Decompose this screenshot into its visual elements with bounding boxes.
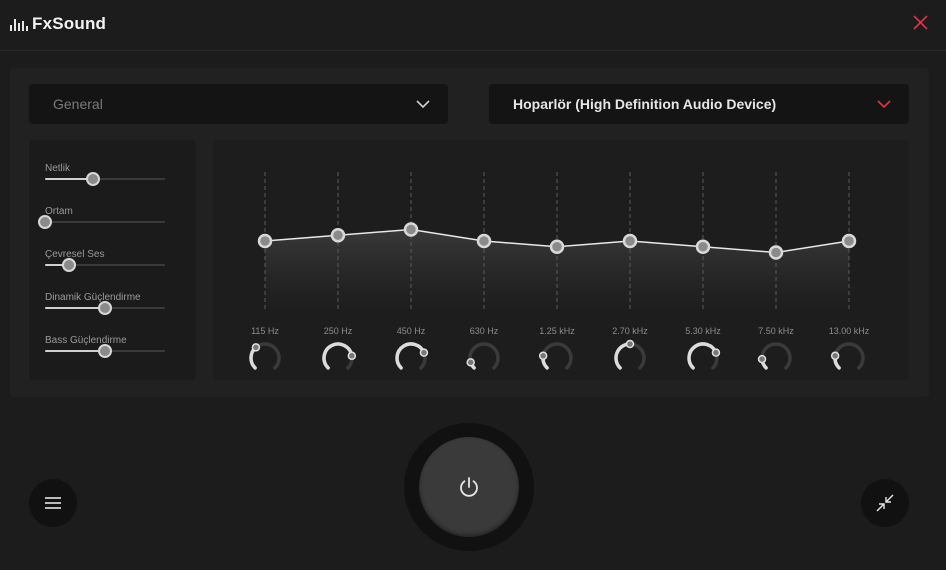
eq-band-handle[interactable] (257, 233, 273, 249)
effect-slider-fill (45, 307, 105, 309)
effect-slider-fill (45, 350, 105, 352)
effect-slider-track[interactable] (38, 215, 165, 229)
collapse-arrows-icon (876, 494, 894, 512)
eq-knob-value-arc (395, 342, 426, 370)
effect-bass-guclendirme: Bass Güçlendirme (45, 335, 165, 375)
effect-slider-thumb[interactable] (62, 258, 76, 272)
effect-slider-thumb[interactable] (38, 215, 52, 229)
effect-dinamik-guclendirme: Dinamik Güçlendirme (45, 292, 165, 332)
eq-knob[interactable] (830, 351, 840, 361)
chevron-down-icon (877, 100, 891, 109)
close-icon (913, 15, 928, 30)
eq-band-handle[interactable] (841, 233, 857, 249)
eq-knob[interactable] (466, 358, 475, 367)
effect-slider-thumb[interactable] (98, 301, 112, 315)
eq-band-frequency-label: 13.00 kHz (829, 326, 870, 336)
effect-slider-track[interactable] (45, 258, 165, 272)
eq-band-handle[interactable] (695, 239, 711, 255)
compact-view-button[interactable] (861, 479, 909, 527)
preset-dropdown[interactable]: General (29, 84, 448, 124)
eq-band-frequency-label: 1.25 kHz (539, 326, 575, 336)
effect-slider-track[interactable] (45, 301, 165, 315)
effect-ortam: Ortam (38, 206, 165, 246)
effect-netlik: Netlik (45, 163, 165, 203)
close-button[interactable] (911, 13, 931, 33)
eq-band-handle[interactable] (330, 227, 346, 243)
power-icon (460, 477, 478, 497)
eq-band-handle[interactable] (549, 239, 565, 255)
eq-band-frequency-label: 2.70 kHz (612, 326, 648, 336)
eq-band-handle[interactable] (622, 233, 638, 249)
eq-knob-value-arc (687, 342, 718, 370)
power-ring (404, 423, 534, 551)
effect-cevresel-ses: Çevresel Ses (45, 249, 165, 289)
effect-label: Bass Güçlendirme (45, 335, 127, 346)
eq-band-handle[interactable] (476, 233, 492, 249)
eq-band-frequency-label: 115 Hz (251, 326, 279, 336)
eq-band-frequency-label: 630 Hz (470, 326, 499, 336)
effect-slider-thumb[interactable] (98, 344, 112, 358)
hamburger-menu-icon (45, 497, 61, 509)
eq-knob[interactable] (538, 351, 548, 361)
app-title: FxSound (32, 14, 107, 33)
effect-slider-thumb[interactable] (86, 172, 100, 186)
eq-knob[interactable] (711, 348, 721, 357)
eq-band-frequency-label: 250 Hz (324, 326, 353, 336)
effect-label: Ortam (45, 206, 73, 217)
eq-knob[interactable] (757, 354, 767, 364)
eq-band-handle[interactable] (403, 222, 419, 237)
power-button[interactable] (419, 437, 519, 537)
eq-knob[interactable] (251, 343, 261, 352)
eq-band-frequency-label: 450 Hz (397, 326, 426, 336)
eq-band-frequency-label: 5.30 kHz (685, 326, 721, 336)
output-device-dropdown[interactable]: Hoparlör (High Definition Audio Device) (489, 84, 909, 124)
title-bar: FxSound (0, 0, 946, 51)
equalizer-graph: 115 Hz 250 Hz 450 Hz 630 Hz 1.25 kHz 2.70 kHz… (249, 172, 870, 370)
chevron-down-icon (416, 100, 430, 109)
eq-band-frequency-label: 7.50 kHz (758, 326, 794, 336)
effect-slider-track[interactable] (45, 344, 165, 358)
effect-label: Netlik (45, 163, 71, 174)
eq-band-handle[interactable] (768, 245, 784, 260)
menu-button[interactable] (29, 479, 77, 527)
effect-label: Dinamik Güçlendirme (45, 292, 141, 303)
eq-knob[interactable] (419, 348, 429, 357)
eq-knob-track (760, 342, 792, 370)
effects-panel: Netlik Ortam Çevresel Ses Dinamik Güçlen… (29, 140, 196, 380)
effect-slider-track[interactable] (45, 172, 165, 186)
logo-bars-icon (10, 17, 28, 31)
effect-label: Çevresel Ses (45, 249, 105, 260)
equalizer-panel: 115 Hz 250 Hz 450 Hz 630 Hz 1.25 kHz 2.70 kHz… (213, 140, 909, 380)
app-logo: FxSound (10, 14, 106, 34)
eq-knob[interactable] (625, 339, 635, 349)
eq-knob[interactable] (347, 351, 357, 361)
device-selected-value: Hoparlör (High Definition Audio Device) (513, 96, 777, 112)
preset-selected-value: General (53, 96, 103, 112)
